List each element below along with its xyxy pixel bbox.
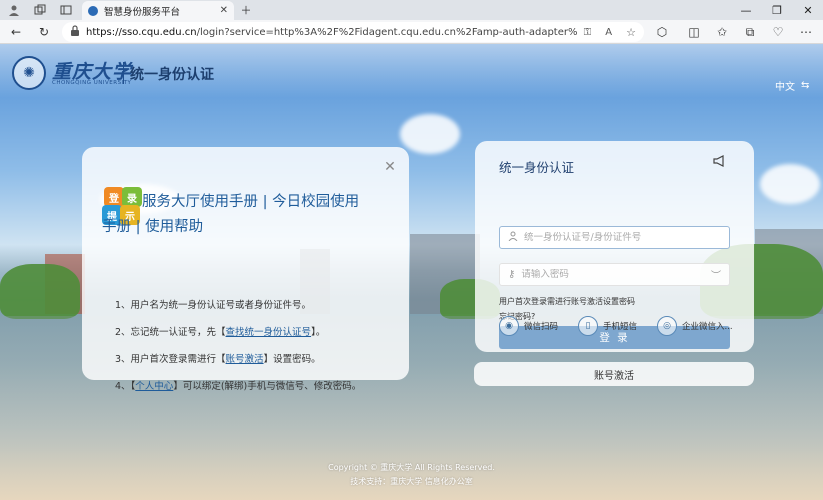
alt-method-label: 微信扫码 bbox=[524, 322, 559, 332]
footer-copyright: Copyright © 重庆大学 All Rights Reserved. bbox=[328, 463, 495, 472]
help-item-text: 】可以绑定(解绑)手机与微信号、修改密码。 bbox=[173, 381, 362, 392]
first-login-hint: 用户首次登录需进行账号激活设置密码 bbox=[499, 297, 635, 306]
address-bar-row: ← ↻ https://sso.cqu.edu.cn/login?service… bbox=[0, 20, 823, 44]
help-close-icon[interactable]: ✕ bbox=[382, 159, 398, 175]
login-title: 统一身份认证 bbox=[499, 160, 575, 175]
minimize-icon[interactable]: — bbox=[731, 0, 761, 20]
footer-support: 技术支持：重庆大学 信息化办公室 bbox=[350, 477, 473, 486]
password-input[interactable] bbox=[521, 269, 705, 280]
personal-center-link[interactable]: 个人中心 bbox=[135, 381, 173, 392]
tab-title: 智慧身份服务平台 bbox=[104, 6, 181, 18]
refresh-icon[interactable]: ↻ bbox=[36, 24, 52, 40]
password-key-icon[interactable]: ⚿ bbox=[584, 27, 592, 38]
language-switch[interactable]: 中文 ⇆ bbox=[775, 78, 809, 93]
restore-icon[interactable]: ❐ bbox=[762, 0, 792, 20]
university-logo-en: CHONGQING UNIVERSITY bbox=[52, 80, 132, 86]
account-activate-button[interactable]: 账号激活 bbox=[474, 362, 754, 386]
tab-close-icon[interactable]: ✕ bbox=[220, 5, 228, 16]
background-tree bbox=[0, 264, 80, 319]
help-item-text: 3、用户首次登录需进行【 bbox=[115, 354, 226, 365]
username-input[interactable] bbox=[524, 232, 721, 243]
collections-icon[interactable]: ⧉ bbox=[742, 24, 758, 40]
url-text: https://sso.cqu.edu.cn/login?service=htt… bbox=[86, 26, 578, 38]
extensions-icon[interactable]: ⬡ bbox=[654, 24, 670, 40]
help-title-links[interactable]: 服务大厅使用手册 | 今日校园使用手册 | 使用帮助 bbox=[102, 190, 372, 240]
alt-login-methods: ◉ 微信扫码 ▯ 手机短信 ◎ 企业微信入... bbox=[499, 316, 739, 338]
lock-icon[interactable] bbox=[70, 25, 80, 39]
help-item-text: 】设置密码。 bbox=[263, 354, 321, 365]
language-switch-icon: ⇆ bbox=[801, 80, 810, 91]
find-id-link[interactable]: 查找统一身份认证号 bbox=[226, 327, 312, 338]
language-label: 中文 bbox=[775, 82, 795, 93]
university-seal-icon: ✺ bbox=[12, 56, 46, 90]
help-item-3: 3、用户首次登录需进行【账号激活】设置密码。 bbox=[115, 351, 321, 365]
read-aloud-icon[interactable]: A bbox=[605, 27, 612, 38]
help-item-text: 1、用户名为统一身份认证号或者身份证件号。 bbox=[115, 300, 312, 311]
url-field[interactable]: https://sso.cqu.edu.cn/login?service=htt… bbox=[62, 22, 644, 42]
alt-method-label: 企业微信入... bbox=[682, 322, 733, 332]
browser-tab-active[interactable]: 智慧身份服务平台 ✕ bbox=[82, 1, 234, 20]
help-item-1: 1、用户名为统一身份认证号或者身份证件号。 bbox=[115, 297, 311, 311]
background-cloud bbox=[760, 164, 820, 204]
vertical-tabs-icon[interactable] bbox=[58, 2, 74, 18]
back-icon[interactable]: ← bbox=[8, 24, 24, 40]
wechat-scan-icon: ◉ bbox=[499, 316, 519, 336]
help-item-2: 2、忘记统一认证号，先【查找统一身份认证号】。 bbox=[115, 324, 325, 338]
close-window-icon[interactable]: ✕ bbox=[793, 0, 823, 20]
split-screen-icon[interactable]: ◫ bbox=[686, 24, 702, 40]
help-item-text: 2、忘记统一认证号，先【 bbox=[115, 327, 226, 338]
show-password-icon[interactable]: ︶ bbox=[711, 267, 721, 282]
favorites-icon[interactable]: ✩ bbox=[714, 24, 730, 40]
megaphone-icon[interactable] bbox=[713, 155, 729, 171]
browser-essentials-icon[interactable]: ♡ bbox=[770, 24, 786, 40]
activate-account-link[interactable]: 账号激活 bbox=[226, 354, 264, 365]
login-page: ✺ 重庆大学 CHONGQING UNIVERSITY 统一身份认证 中文 ⇆ … bbox=[0, 44, 823, 500]
wecom-option[interactable]: ◎ 企业微信入... bbox=[657, 316, 733, 336]
site-title: 统一身份认证 bbox=[130, 67, 214, 83]
help-item-text: 4、【 bbox=[115, 381, 136, 392]
background-cloud bbox=[400, 114, 460, 154]
alt-method-label: 手机短信 bbox=[603, 322, 638, 332]
tab-favicon-icon bbox=[88, 5, 98, 16]
login-help-panel: ✕ 登 录 提 示 服务大厅使用手册 | 今日校园使用手册 | 使用帮助 1、用… bbox=[82, 147, 409, 392]
help-item-text: 】。 bbox=[311, 327, 326, 338]
more-menu-icon[interactable]: ⋯ bbox=[798, 24, 814, 40]
wecom-icon: ◎ bbox=[657, 316, 677, 336]
favorite-star-icon[interactable]: ☆ bbox=[626, 26, 636, 39]
user-icon bbox=[508, 231, 518, 244]
help-item-4: 4、【个人中心】可以绑定(解绑)手机与微信号、修改密码。 bbox=[115, 378, 361, 392]
phone-sms-icon: ▯ bbox=[578, 316, 598, 336]
key-icon: ⚷ bbox=[508, 269, 516, 280]
browser-tab-bar: 智慧身份服务平台 ✕ ＋ — ❐ ✕ bbox=[0, 0, 823, 20]
phone-sms-option[interactable]: ▯ 手机短信 bbox=[578, 316, 637, 336]
password-field[interactable]: ⚷ ︶ bbox=[499, 263, 730, 286]
workspaces-icon[interactable] bbox=[32, 2, 48, 18]
wechat-scan-option[interactable]: ◉ 微信扫码 bbox=[499, 316, 558, 336]
logo-divider bbox=[123, 62, 124, 84]
profile-icon[interactable] bbox=[6, 2, 22, 18]
new-tab-icon[interactable]: ＋ bbox=[238, 2, 254, 18]
username-field[interactable] bbox=[499, 226, 730, 249]
